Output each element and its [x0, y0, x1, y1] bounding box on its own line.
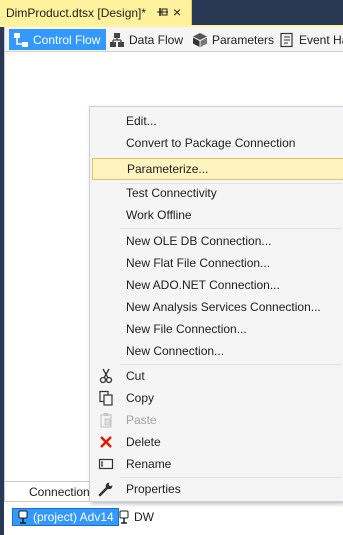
- tab-event-handlers[interactable]: Event Ha: [279, 29, 343, 50]
- pin-icon[interactable]: [156, 5, 170, 19]
- connection-manager-tray: (project) Adv14 DW: [4, 501, 343, 535]
- menu-item-copy[interactable]: Copy: [92, 387, 343, 409]
- menu-item-delete[interactable]: Delete: [92, 431, 343, 453]
- context-menu: Edit... Convert to Package Connection Pa…: [89, 106, 343, 502]
- document-tab-title: DimProduct.dtsx [Design]*: [6, 5, 147, 20]
- tab-label: Event Ha: [299, 32, 343, 47]
- menu-item-new-ado-net-connection[interactable]: New ADO.NET Connection...: [92, 274, 343, 296]
- connection-manager-label: (project) Adv14: [33, 510, 114, 524]
- designer-tab-strip: Control Flow Data Flow Parameters Event …: [5, 27, 343, 52]
- tab-data-flow[interactable]: Data Flow: [109, 29, 183, 50]
- event-handlers-icon: [280, 32, 293, 47]
- menu-item-rename[interactable]: Rename: [92, 453, 343, 475]
- rename-icon: [98, 458, 114, 470]
- menu-item-new-analysis-services-connection[interactable]: New Analysis Services Connection...: [92, 296, 343, 318]
- connection-manager-icon: [18, 510, 28, 524]
- tab-label: Control Flow: [33, 32, 101, 47]
- tab-connection-managers[interactable]: Connection: [4, 481, 96, 501]
- paste-icon: [100, 413, 112, 428]
- tab-parameters[interactable]: Parameters: [192, 29, 274, 50]
- menu-item-work-offline[interactable]: Work Offline: [92, 204, 343, 226]
- menu-item-new-flat-file-connection[interactable]: New Flat File Connection...: [92, 252, 343, 274]
- menu-item-paste[interactable]: Paste: [92, 409, 343, 431]
- close-icon[interactable]: ×: [173, 3, 181, 21]
- menu-item-edit[interactable]: Edit...: [92, 110, 343, 132]
- menu-item-new-connection[interactable]: New Connection...: [92, 340, 343, 362]
- tab-label: Parameters: [212, 32, 275, 47]
- connection-manager-icon: [119, 510, 129, 524]
- menu-item-cut[interactable]: Cut: [92, 365, 343, 387]
- document-tab[interactable]: DimProduct.dtsx [Design]* ×: [0, 0, 192, 25]
- copy-icon: [99, 390, 113, 406]
- control-flow-icon: [14, 32, 28, 47]
- menu-item-new-ole-db-connection[interactable]: New OLE DB Connection...: [92, 230, 343, 252]
- connection-manager-label: DW: [134, 510, 154, 524]
- tab-label: Connection: [29, 485, 90, 499]
- data-flow-icon: [110, 32, 124, 47]
- wrench-icon: [98, 482, 113, 497]
- tab-control-flow[interactable]: Control Flow: [9, 29, 107, 50]
- connection-manager-dw[interactable]: DW: [114, 508, 154, 526]
- menu-item-parameterize[interactable]: Parameterize...: [92, 158, 343, 180]
- tab-label: Data Flow: [129, 32, 184, 47]
- menu-item-test-connectivity[interactable]: Test Connectivity: [92, 182, 343, 204]
- parameters-icon: [193, 32, 207, 47]
- menu-item-new-file-connection[interactable]: New File Connection...: [92, 318, 343, 340]
- menu-item-convert-to-package-connection[interactable]: Convert to Package Connection: [92, 132, 343, 154]
- menu-separator: [120, 228, 342, 229]
- delete-icon: [100, 436, 112, 448]
- connection-manager-adv14[interactable]: (project) Adv14: [12, 508, 119, 526]
- scissors-icon: [99, 368, 113, 384]
- menu-item-properties[interactable]: Properties: [92, 478, 343, 500]
